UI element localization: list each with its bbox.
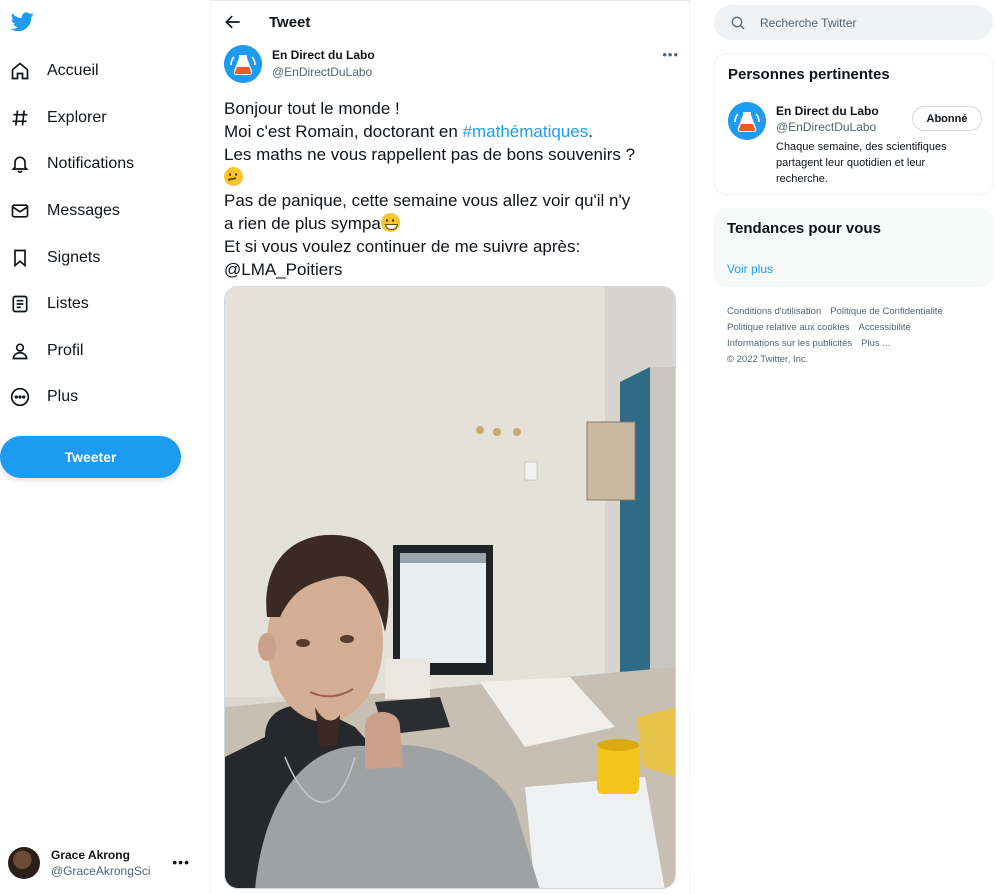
hashtag-icon xyxy=(0,98,40,138)
nav-label: Explorer xyxy=(47,109,107,126)
nav-item-profile[interactable]: Profil xyxy=(0,331,83,371)
tweet-author: En Direct du Labo @EnDirectDuLabo ••• xyxy=(224,45,679,85)
back-arrow-icon[interactable] xyxy=(223,12,243,32)
bookmark-icon xyxy=(0,238,40,278)
mention-link[interactable]: @LMA_Poitiers xyxy=(224,258,679,281)
tweet-line: Pas de panique, cette semaine vous allez… xyxy=(224,191,631,210)
nav-item-explore[interactable]: Explorer xyxy=(0,98,107,138)
account-handle: @GraceAkrongSci xyxy=(51,864,151,878)
left-navigation: Accueil Explorer Notifications Messages … xyxy=(0,0,211,894)
nav-item-lists[interactable]: Listes xyxy=(0,284,89,324)
home-icon xyxy=(0,51,40,91)
nav-label: Profil xyxy=(47,342,84,359)
nav-item-notifications[interactable]: Notifications xyxy=(0,144,134,184)
nav-label: Notifications xyxy=(47,155,135,172)
main-column: Tweet En Direct du Labo @EnDirectDuLabo … xyxy=(211,0,690,894)
copyright: © 2022 Twitter, Inc. xyxy=(727,354,809,365)
tweet-text: Bonjour tout le monde ! Moi c'est Romain… xyxy=(224,97,679,281)
card-title: Tendances pour vous xyxy=(727,220,881,237)
nav-label: Accueil xyxy=(47,62,99,79)
footer-link[interactable]: Accessibilité xyxy=(859,322,911,333)
nav-label: Signets xyxy=(47,249,101,266)
more-circle-icon xyxy=(0,377,40,417)
tweet-text-fragment: Moi c'est Romain, doctorant en xyxy=(224,122,463,141)
nav-label: Plus xyxy=(47,388,79,405)
more-horizontal-icon[interactable]: ••• xyxy=(172,854,190,870)
card-title: Personnes pertinentes xyxy=(728,66,890,83)
relevant-people-card: Personnes pertinentes En Direct du Labo … xyxy=(714,53,993,195)
hashtag-link[interactable]: #mathématiques xyxy=(463,122,589,141)
right-sidebar: Personnes pertinentes En Direct du Labo … xyxy=(690,0,996,894)
account-name: Grace Akrong xyxy=(51,848,130,862)
nav-item-bookmarks[interactable]: Signets xyxy=(0,238,100,278)
nav-label: Messages xyxy=(47,202,120,219)
thinking-face-emoji-icon xyxy=(224,167,243,186)
account-switcher[interactable]: Grace Akrong @GraceAkrongSci ••• xyxy=(8,842,204,884)
person-icon xyxy=(0,331,40,371)
tweet-line: Les maths ne vous rappellent pas de bons… xyxy=(224,145,636,164)
relevant-bio: Chaque semaine, des scientifiques partag… xyxy=(776,141,947,185)
grinning-face-emoji-icon xyxy=(380,213,400,232)
more-horizontal-icon[interactable]: ••• xyxy=(662,47,679,62)
tweet-line: Moi c'est Romain, doctorant en #mathémat… xyxy=(224,120,679,143)
author-name[interactable]: En Direct du Labo xyxy=(272,48,375,62)
selfie-office-image xyxy=(225,287,675,888)
avatar xyxy=(8,847,40,879)
footer-link[interactable]: Politique de Confidentialité xyxy=(830,306,943,317)
twitter-bird-icon[interactable] xyxy=(10,10,34,34)
following-button[interactable]: Abonné xyxy=(912,106,982,131)
nav-item-messages[interactable]: Messages xyxy=(0,191,120,231)
tweet-text-fragment: a rien de plus sympa xyxy=(224,214,381,233)
tweet-line xyxy=(224,166,679,189)
tweet-line: Et si vous voulez continuer de me suivre… xyxy=(224,237,581,256)
tweet-photo[interactable] xyxy=(224,286,676,889)
relevant-name[interactable]: En Direct du Labo xyxy=(776,104,879,118)
author-handle[interactable]: @EnDirectDuLabo xyxy=(272,65,372,79)
tweet-button[interactable]: Tweeter xyxy=(0,436,181,478)
footer-link[interactable]: Plus ... xyxy=(861,338,890,349)
relevant-handle[interactable]: @EnDirectDuLabo xyxy=(776,120,876,134)
tweet-text-fragment: . xyxy=(588,122,593,141)
search-box[interactable] xyxy=(714,5,993,40)
tweet-line: Bonjour tout le monde ! xyxy=(224,99,400,118)
nav-label: Listes xyxy=(47,295,89,312)
column-header: Tweet xyxy=(211,1,689,43)
footer-link[interactable]: Conditions d'utilisation xyxy=(727,306,821,317)
tweet-line: a rien de plus sympa xyxy=(224,212,679,235)
trends-card: Tendances pour vous Voir plus xyxy=(714,208,993,287)
relevant-avatar[interactable] xyxy=(728,102,766,140)
author-avatar[interactable] xyxy=(224,45,262,83)
page-title: Tweet xyxy=(269,14,311,31)
footer-link[interactable]: Politique relative aux cookies xyxy=(727,322,850,333)
show-more-link[interactable]: Voir plus xyxy=(727,262,773,276)
envelope-icon xyxy=(0,191,40,231)
search-icon xyxy=(731,16,745,29)
list-icon xyxy=(0,284,40,324)
nav-item-more[interactable]: Plus xyxy=(0,377,78,417)
footer-link[interactable]: Informations sur les publicités xyxy=(727,338,852,349)
bell-icon xyxy=(0,144,40,184)
nav-item-home[interactable]: Accueil xyxy=(0,51,99,91)
footer-links: Conditions d'utilisation Politique de Con… xyxy=(727,304,987,368)
search-input[interactable] xyxy=(760,15,980,30)
